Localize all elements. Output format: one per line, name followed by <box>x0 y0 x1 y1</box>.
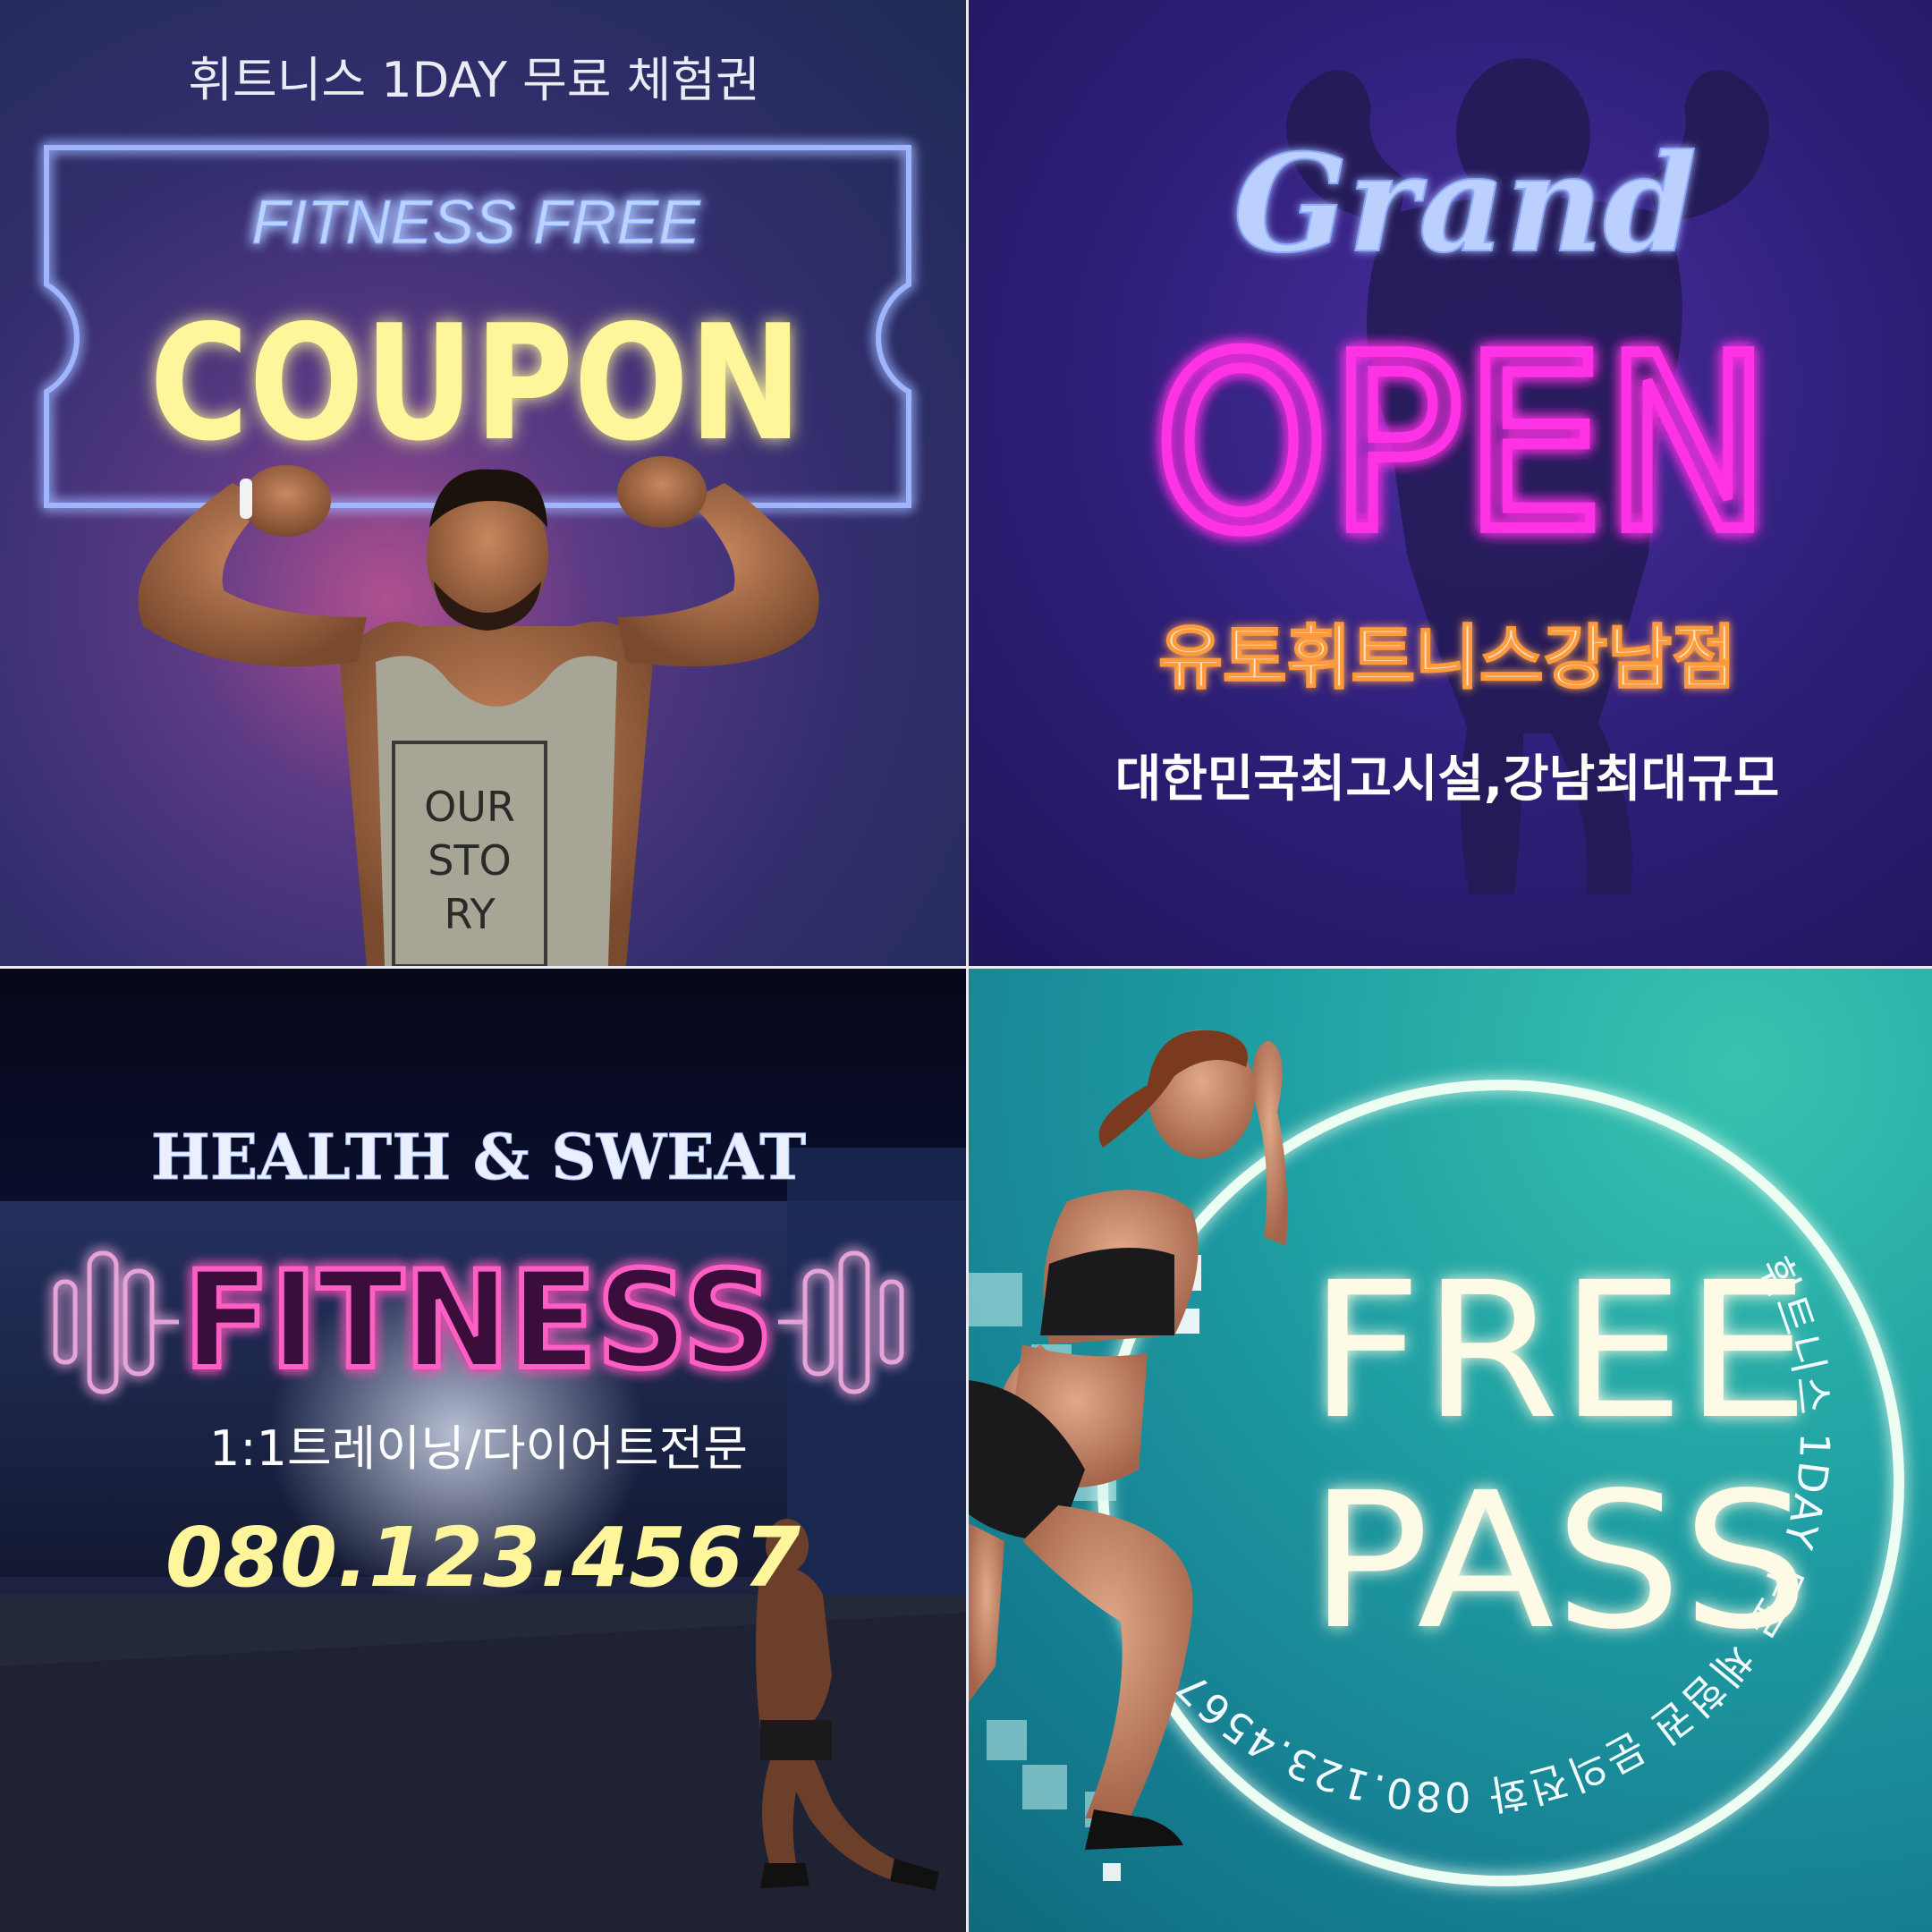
grand-open-artwork: Grand OPEN 유토휘트니스강남점 대한민국최고시설,강남최대규모 <box>1115 58 1780 894</box>
fitness-free-text: FITNESS FREE <box>251 187 701 257</box>
health-sweat-headline: HEALTH & SWEAT <box>151 1120 807 1194</box>
phone-number: 080.123.4567 <box>165 1510 801 1606</box>
shirt-text-1: OUR <box>424 783 515 831</box>
grand-script-title: Grand <box>1233 125 1697 283</box>
fitness-title: FITNESS <box>183 1243 774 1399</box>
coupon-top-text: 휘트니스 1DAY 무료 체험권 <box>188 52 759 108</box>
training-subtitle: 1:1트레이닝/다이어트전문 <box>209 1420 748 1477</box>
coupon-artwork: OUR STO RY 휘트니스 1DAY 무료 체험권 FITNESS FREE… <box>44 52 911 966</box>
open-title: OPEN <box>1154 303 1771 585</box>
fitness-artwork: HEALTH & SWEAT FITNESS 1:1트레이닝/다이어트전문 08… <box>0 1120 966 1932</box>
grand-open-panel: Grand OPEN 유토휘트니스강남점 대한민국최고시설,강남최대규모 <box>969 0 1932 966</box>
gym-name: 유토휘트니스강남점 <box>1158 618 1736 699</box>
fitness-panel: HEALTH & SWEAT FITNESS 1:1트레이닝/다이어트전문 08… <box>0 969 966 1932</box>
coupon-title: COUPON <box>149 291 802 476</box>
free-title: FREE <box>1309 1241 1809 1461</box>
coupon-panel: OUR STO RY 휘트니스 1DAY 무료 체험권 FITNESS FREE… <box>0 0 966 966</box>
free-pass-panel: 휘트니스 1DAY 무료 체험권 문의전화 080.123.4567 FREE … <box>969 969 1932 1932</box>
free-pass-artwork: 휘트니스 1DAY 무료 체험권 문의전화 080.123.4567 FREE … <box>969 1030 1904 1886</box>
collage-grid: OUR STO RY 휘트니스 1DAY 무료 체험권 FITNESS FREE… <box>0 0 1932 1932</box>
shirt-text-2: STO <box>428 836 512 885</box>
pass-title: PASS <box>1309 1452 1809 1671</box>
shirt-text-3: RY <box>444 890 496 938</box>
horizontal-divider <box>0 966 1932 969</box>
gym-tagline: 대한민국최고시설,강남최대규모 <box>1115 750 1780 809</box>
